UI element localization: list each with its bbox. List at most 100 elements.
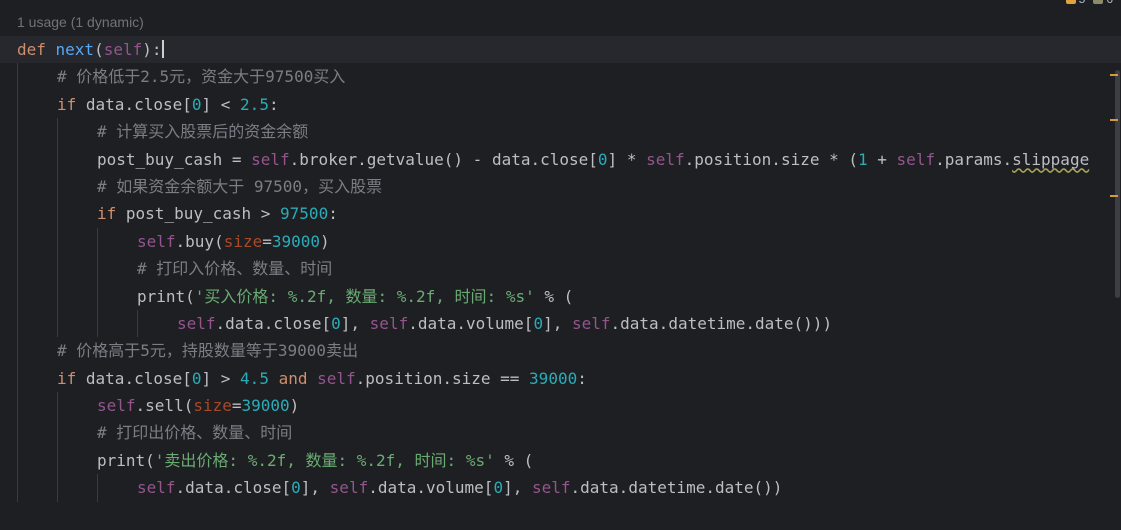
code-line-text: # 打印入价格、数量、时间 bbox=[137, 255, 332, 282]
code-line-text: print('买入价格: %.2f, 数量: %.2f, 时间: %s' % ( bbox=[137, 283, 573, 310]
indent-guide bbox=[17, 145, 18, 173]
code-token: self bbox=[103, 40, 143, 59]
warning-stripe-mark[interactable] bbox=[1110, 195, 1118, 197]
code-token: .sell( bbox=[135, 396, 194, 416]
code-token: next bbox=[55, 40, 95, 59]
code-token: self bbox=[646, 149, 685, 169]
code-token: : bbox=[328, 204, 338, 224]
code-token: 0 bbox=[597, 149, 608, 169]
code-token: self bbox=[251, 149, 290, 169]
indent-guide bbox=[17, 200, 18, 228]
code-token: self bbox=[137, 231, 176, 251]
code-editor[interactable]: 1 usage (1 dynamic) 5 6 def next(self): #… bbox=[0, 0, 1121, 530]
code-token: 39000 bbox=[241, 396, 290, 416]
indent-guide bbox=[57, 446, 58, 475]
code-line[interactable]: if data.close[0] > 4.5 and self.position… bbox=[0, 364, 1121, 393]
code-line[interactable]: self.data.close[0], self.data.volume[0],… bbox=[0, 309, 1121, 338]
code-token: '买入价格: %.2f, 数量: %.2f, 时间: %s' bbox=[194, 286, 535, 306]
vertical-scrollbar[interactable] bbox=[1110, 0, 1121, 530]
code-token: ): bbox=[142, 40, 162, 59]
code-token: if bbox=[57, 368, 86, 388]
warning-stripe-mark[interactable] bbox=[1110, 119, 1118, 121]
code-token: ) bbox=[320, 231, 330, 251]
code-token: size bbox=[223, 231, 263, 251]
code-token: self bbox=[317, 368, 356, 388]
code-token: ], bbox=[300, 478, 330, 498]
code-token: 0 bbox=[191, 368, 202, 388]
indent-guide bbox=[97, 309, 98, 338]
code-line[interactable]: self.sell(size=39000) bbox=[0, 392, 1121, 420]
code-line[interactable]: self.data.close[0], self.data.volume[0],… bbox=[0, 474, 1121, 502]
indent-guide bbox=[17, 446, 18, 475]
indent-guide bbox=[97, 227, 98, 256]
code-token: ] > bbox=[201, 368, 241, 388]
code-token: # 打印出价格、数量、时间 bbox=[97, 423, 293, 443]
code-line[interactable]: # 如果资金余额大于 97500，买入股票 bbox=[0, 172, 1121, 201]
code-token: .data.volume[ bbox=[408, 313, 534, 333]
indent-guide bbox=[57, 200, 58, 228]
indent-guide bbox=[57, 227, 58, 256]
code-token: if bbox=[57, 94, 86, 114]
code-token: : bbox=[268, 94, 279, 114]
code-line[interactable]: # 计算买入股票后的资金余额 bbox=[0, 118, 1121, 146]
code-line-text: if data.close[0] < 2.5: bbox=[57, 91, 279, 118]
indent-guide bbox=[17, 227, 18, 256]
code-token: : bbox=[577, 368, 587, 388]
code-token: .buy( bbox=[175, 231, 224, 251]
code-line[interactable]: if data.close[0] < 2.5: bbox=[0, 90, 1121, 119]
inspection-widget[interactable]: 5 6 bbox=[1065, 0, 1113, 6]
code-line[interactable]: self.buy(size=39000) bbox=[0, 227, 1121, 256]
code-token: # 价格低于2.5元，资金大于97500买入 bbox=[57, 67, 346, 87]
code-line[interactable]: # 价格低于2.5元，资金大于97500买入 bbox=[0, 63, 1121, 91]
indent-guide bbox=[97, 474, 98, 502]
scrollbar-thumb[interactable] bbox=[1115, 70, 1120, 298]
code-token: 39000 bbox=[529, 368, 578, 388]
code-token: 0 bbox=[191, 94, 202, 114]
usage-hint[interactable]: 1 usage (1 dynamic) bbox=[17, 14, 144, 30]
code-token: 39000 bbox=[271, 231, 321, 251]
code-token: ], bbox=[340, 313, 370, 333]
code-token: '卖出价格: %.2f, 数量: %.2f, 时间: %s' bbox=[154, 450, 495, 470]
weak-warning-icon bbox=[1093, 0, 1104, 4]
code-line[interactable]: # 价格高于5元，持股数量等于39000卖出 bbox=[0, 337, 1121, 365]
indent-guide bbox=[17, 90, 18, 119]
code-token: slippage bbox=[1012, 149, 1090, 169]
code-token: print( bbox=[97, 450, 155, 470]
code-token: = bbox=[231, 396, 242, 416]
indent-guide bbox=[137, 309, 138, 338]
code-token: .position.size * ( bbox=[684, 149, 858, 169]
code-token: if bbox=[97, 204, 126, 224]
indent-guide bbox=[17, 309, 18, 338]
code-line[interactable]: # 打印出价格、数量、时间 bbox=[0, 419, 1121, 447]
code-line-text: # 价格高于5元，持股数量等于39000卖出 bbox=[57, 337, 358, 364]
code-token: .broker.getvalue() - data.close[ bbox=[289, 149, 598, 169]
code-line-text: # 价格低于2.5元，资金大于97500买入 bbox=[57, 63, 345, 90]
warnings-badge[interactable]: 5 bbox=[1065, 0, 1085, 6]
code-token: # 计算买入股票后的资金余额 bbox=[97, 122, 309, 142]
code-token: .data.datetime.date())) bbox=[610, 313, 833, 333]
code-line[interactable]: def next(self): bbox=[0, 36, 1121, 64]
code-token: print( bbox=[137, 286, 195, 306]
indent-guide bbox=[57, 255, 58, 283]
code-token: ] * bbox=[607, 149, 647, 169]
warning-stripe-mark[interactable] bbox=[1110, 74, 1118, 76]
code-token: data.close[ bbox=[85, 94, 192, 114]
code-line-text: if data.close[0] > 4.5 and self.position… bbox=[57, 365, 587, 392]
code-token: self bbox=[531, 478, 571, 498]
code-line-text: post_buy_cash = self.broker.getvalue() -… bbox=[97, 146, 1089, 173]
code-line[interactable]: print('卖出价格: %.2f, 数量: %.2f, 时间: %s' % ( bbox=[0, 446, 1121, 475]
indent-guide bbox=[17, 392, 18, 420]
code-token: post_buy_cash = bbox=[97, 149, 252, 169]
code-line-text: print('卖出价格: %.2f, 数量: %.2f, 时间: %s' % ( bbox=[97, 447, 533, 474]
code-line[interactable]: # 打印入价格、数量、时间 bbox=[0, 255, 1121, 283]
indent-guide bbox=[17, 255, 18, 283]
code-line-text: def next(self): bbox=[17, 36, 164, 63]
code-line[interactable]: if post_buy_cash > 97500: bbox=[0, 200, 1121, 228]
code-token: self bbox=[369, 313, 409, 333]
code-line[interactable]: print('买入价格: %.2f, 数量: %.2f, 时间: %s' % ( bbox=[0, 282, 1121, 310]
code-token: ], bbox=[543, 313, 572, 333]
code-line[interactable]: post_buy_cash = self.broker.getvalue() -… bbox=[0, 145, 1121, 173]
indent-guide bbox=[17, 419, 18, 447]
code-area[interactable]: def next(self): # 价格低于2.5元，资金大于97500买入 if … bbox=[0, 36, 1121, 502]
code-token: ], bbox=[503, 478, 532, 498]
